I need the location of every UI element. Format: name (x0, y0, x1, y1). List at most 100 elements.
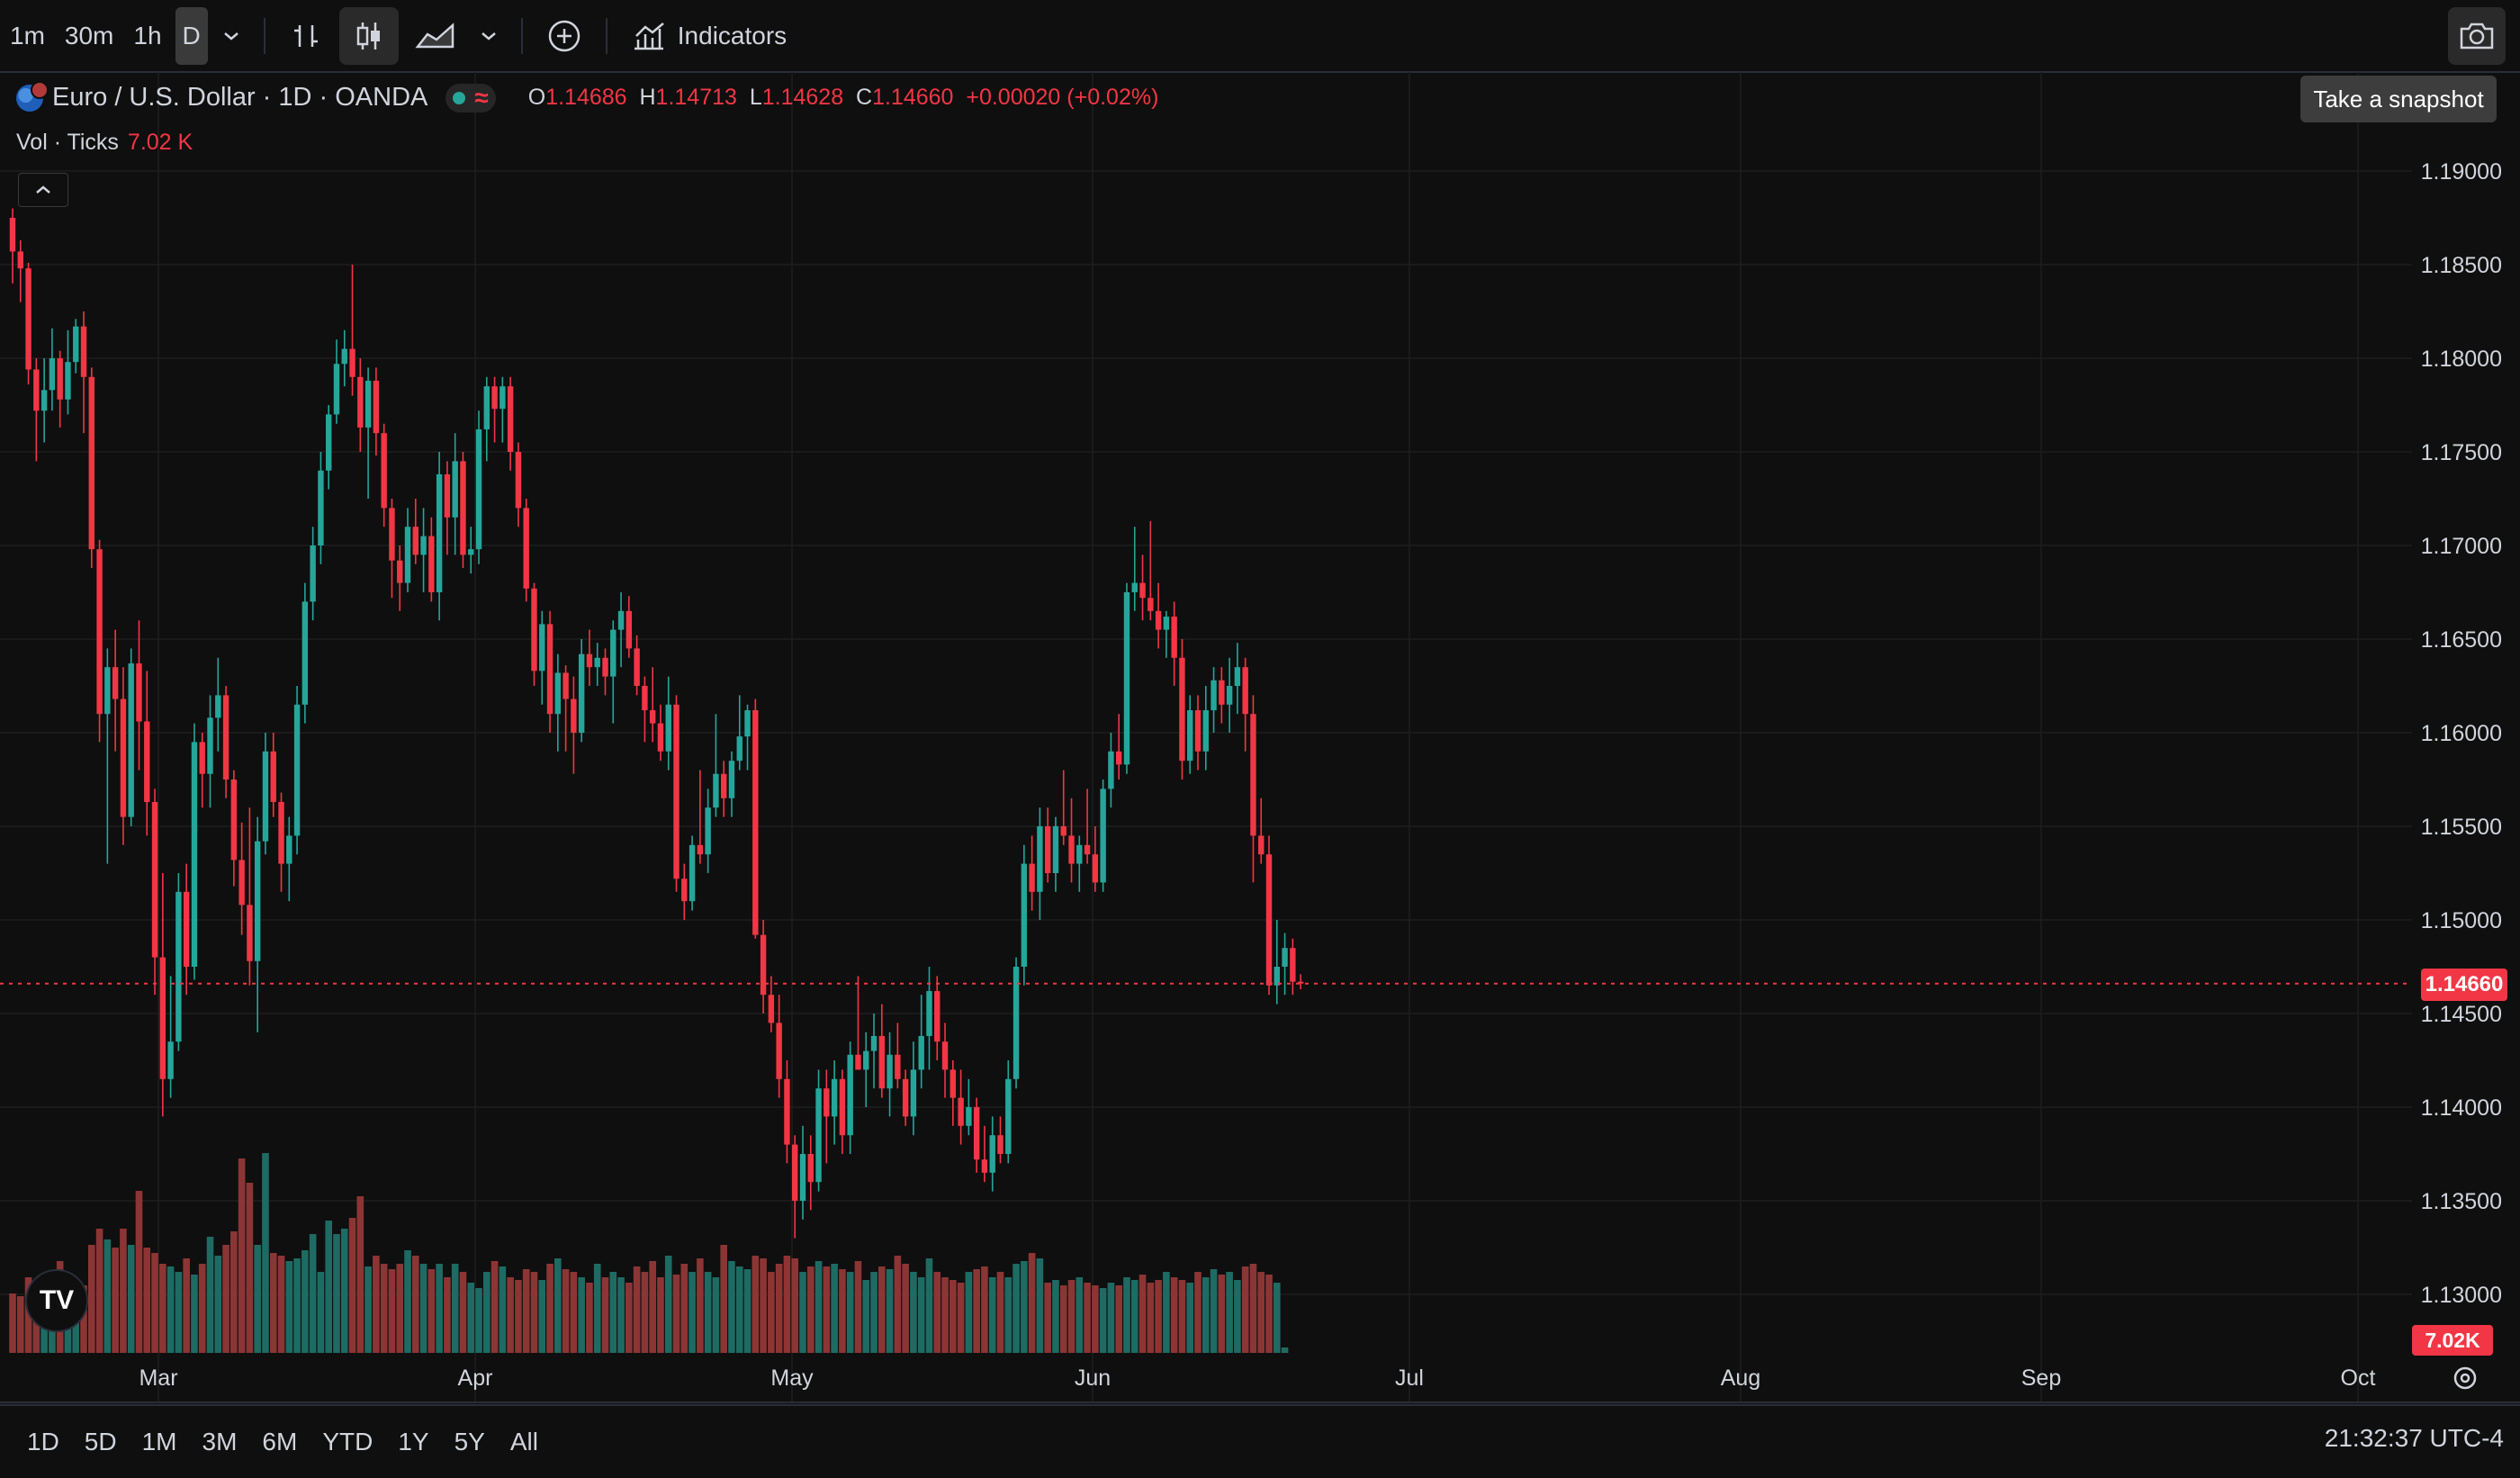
volume-bar (1234, 1280, 1241, 1353)
time-axis[interactable]: Mar Apr May Jun Jul Aug Sep Oct (139, 1365, 2375, 1391)
candle-body (515, 452, 522, 509)
volume-bar (159, 1264, 166, 1353)
candle-body (870, 1035, 878, 1051)
candle-body (958, 1097, 964, 1126)
timeframe-1h[interactable]: 1h (123, 7, 171, 65)
price-axis-tick-label: 1.18500 (2421, 253, 2502, 278)
price-chart[interactable]: 1.19000 1.18500 1.18000 1.17500 1.17000 1.165… (0, 72, 2520, 1404)
volume-bar (570, 1272, 578, 1353)
volume-bar (950, 1280, 957, 1353)
volume-bar (1281, 1347, 1289, 1353)
candle-body (40, 390, 48, 411)
candle-body (642, 686, 648, 711)
candle-body (1290, 948, 1296, 982)
candle-body (483, 386, 490, 430)
volume-bar (917, 1277, 925, 1353)
bar-chart-type-button[interactable] (282, 7, 332, 65)
price-axis-tick-label: 1.14000 (2421, 1095, 2502, 1121)
volume-bar (302, 1250, 309, 1353)
clock[interactable]: 21:32:37 UTC-4 (2325, 1424, 2504, 1453)
volume-bar (1036, 1258, 1044, 1353)
volume-bar (120, 1229, 127, 1353)
volume-bar (783, 1256, 791, 1353)
volume-bar (854, 1261, 862, 1353)
volume-bar (870, 1272, 878, 1353)
timeframe-1m[interactable]: 1m (0, 7, 55, 65)
symbol-title[interactable]: Euro / U.S. Dollar · 1D · OANDA (52, 83, 428, 113)
candle-body (17, 251, 23, 269)
range-ytd[interactable]: YTD (310, 1428, 385, 1456)
volume-bar (262, 1153, 269, 1353)
chart-settings-gear-icon[interactable] (2450, 1363, 2480, 1393)
range-3m[interactable]: 3M (190, 1428, 250, 1456)
volume-bar (735, 1266, 743, 1353)
volume-bar (396, 1264, 404, 1353)
candle-body (176, 891, 182, 1042)
candle-body (1029, 863, 1035, 892)
candle-body (713, 773, 719, 808)
volume-bar (1107, 1283, 1115, 1353)
candle-body (333, 364, 340, 415)
timeframe-d[interactable]: D (175, 6, 208, 65)
volume-bar (490, 1261, 499, 1353)
volume-bar (617, 1277, 625, 1353)
volume-bar (697, 1258, 704, 1353)
range-1m[interactable]: 1M (130, 1428, 190, 1456)
tradingview-logo[interactable]: TV (25, 1269, 88, 1332)
compare-symbol-button[interactable] (539, 7, 590, 65)
volume-bar (601, 1277, 609, 1353)
volume-label[interactable]: Vol · Ticks (16, 130, 119, 155)
volume-bar (373, 1256, 380, 1353)
candle-body (1250, 714, 1256, 836)
volume-bar (1210, 1269, 1218, 1353)
volume-bar (791, 1258, 799, 1353)
candle-body (523, 508, 529, 589)
range-1d[interactable]: 1D (14, 1428, 72, 1456)
volume-bar (965, 1272, 973, 1353)
candle-body (831, 1078, 838, 1117)
volume-bar (246, 1183, 254, 1353)
price-axis[interactable]: 1.19000 1.18500 1.18000 1.17500 1.17000 1.165… (2421, 159, 2502, 1308)
volume-bar (878, 1266, 886, 1353)
candle-body (768, 995, 775, 1023)
volume-bar (1186, 1283, 1194, 1353)
candle-body (926, 991, 932, 1036)
timeframe-30m[interactable]: 30m (55, 7, 123, 65)
volume-bar (1059, 1285, 1067, 1353)
candle-body (9, 218, 16, 252)
candle-body (728, 761, 735, 798)
range-5d[interactable]: 5D (72, 1428, 130, 1456)
volume-bar (664, 1256, 672, 1353)
candle-body (357, 376, 364, 428)
candle-body (617, 610, 625, 630)
range-1y[interactable]: 1Y (385, 1428, 441, 1456)
volume-bar (1004, 1277, 1012, 1353)
candle-body (475, 429, 482, 550)
candle-body (112, 667, 119, 699)
volume-bar (775, 1264, 783, 1353)
candle-body (610, 629, 616, 677)
range-all[interactable]: All (498, 1428, 551, 1456)
chart-type-dropdown-button[interactable] (472, 7, 505, 65)
candle-body (104, 667, 111, 715)
snapshot-button[interactable] (2448, 7, 2506, 65)
collapse-legend-button[interactable] (18, 173, 68, 207)
volume-bar (1076, 1277, 1084, 1353)
candle-body (950, 1069, 957, 1098)
area-chart-type-button[interactable] (406, 7, 465, 65)
volume-bar (475, 1288, 482, 1353)
candles-chart-type-button[interactable] (338, 6, 399, 65)
time-axis-tick-label: Aug (1721, 1365, 1760, 1391)
range-5y[interactable]: 5Y (442, 1428, 498, 1456)
indicators-button[interactable]: Indicators (624, 7, 794, 65)
candle-body (207, 717, 213, 774)
candle-body (910, 1069, 917, 1117)
volume-bar (1067, 1280, 1076, 1353)
market-status-pill[interactable]: ≈ (446, 83, 496, 113)
volume-bar (720, 1245, 727, 1353)
volume-bar (348, 1218, 356, 1353)
candle-body (1076, 844, 1083, 864)
timeframe-dropdown-button[interactable] (215, 7, 248, 65)
range-6m[interactable]: 6M (249, 1428, 310, 1456)
candle-body (120, 698, 127, 817)
